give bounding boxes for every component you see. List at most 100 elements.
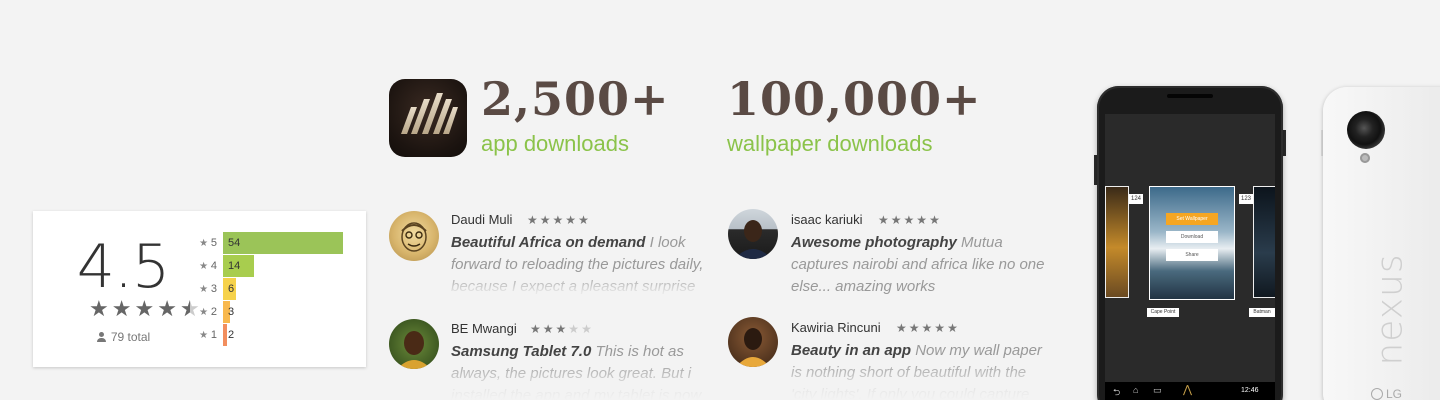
star-icon: ★ (921, 321, 935, 335)
star-icon: ★ (199, 329, 211, 341)
histogram-star-label: ★ 2 (199, 305, 217, 318)
star-icon: ★ (565, 213, 579, 227)
star-icon: ★ (199, 260, 211, 272)
set-wallpaper-button[interactable]: Set Wallpaper (1166, 213, 1218, 225)
star-icon: ★ (555, 322, 569, 336)
star-icon: ★ (896, 321, 909, 335)
star-icon: ★ (929, 213, 942, 227)
review-stars: ★★★★★ (527, 212, 591, 228)
app-downloads-count: 2,500+ (481, 72, 670, 126)
star-icon: ★ (878, 213, 891, 227)
person-icon (96, 332, 106, 342)
app-logo-icon (389, 79, 467, 157)
star-icon: ★ (199, 237, 211, 249)
histogram-bar: 54 (223, 231, 343, 254)
star-icon: ★ (134, 296, 155, 321)
star-icon: ★ (947, 321, 960, 335)
reviewer-name: Kawiria Rincuni (791, 320, 881, 335)
app-logo-icon: ⋀ (1183, 384, 1193, 396)
histogram-bar: 2 (223, 323, 234, 346)
reviewer-name: BE Mwangi (451, 321, 517, 336)
rating-stars: ★ ★ ★ ★ ★ (89, 296, 200, 322)
histogram-star-label: ★ 4 (199, 259, 217, 272)
star-icon: ★ (89, 296, 109, 321)
reviewer-avatar (728, 317, 778, 367)
star-icon: ★ (530, 322, 543, 336)
share-button[interactable]: Share (1166, 249, 1218, 261)
nexus-logo: nexus (1369, 253, 1411, 366)
reviewer-avatar (389, 319, 439, 369)
wallpaper-count-right: 123 (1239, 194, 1253, 204)
star-icon: ★ (199, 283, 211, 295)
star-icon: ★ (552, 213, 566, 227)
phone-front: 124 Set Wallpaper Download Share 123 Cap… (1097, 86, 1283, 400)
review-title: Samsung Tablet 7.0 (451, 343, 592, 360)
histogram-count: 3 (228, 305, 235, 318)
histogram-count: 6 (228, 282, 235, 295)
star-icon: ★ (934, 321, 948, 335)
histogram-star-label: ★ 3 (199, 282, 217, 295)
star-icon: ★ (578, 213, 591, 227)
star-icon: ★ (908, 321, 922, 335)
histogram-bar: 3 (223, 300, 234, 323)
review-title: Beautiful Africa on demand (451, 234, 646, 251)
review-title: Beauty in an app (791, 342, 912, 359)
phone-back: nexus LG (1323, 87, 1440, 400)
lg-logo: LG (1371, 387, 1402, 400)
star-icon: ★ (916, 213, 930, 227)
download-button[interactable]: Download (1166, 231, 1218, 243)
phone-speaker (1167, 94, 1213, 98)
histogram-row: ★ 5 54 (196, 231, 343, 254)
wallpaper-downloads-label: wallpaper downloads (727, 131, 933, 156)
review-stars: ★★★★★ (896, 320, 960, 336)
rating-total: 79 total (33, 330, 213, 344)
histogram-row: ★ 1 2 (196, 323, 343, 346)
star-icon: ★ (527, 213, 540, 227)
back-icon[interactable]: ⮌ (1113, 385, 1120, 400)
wallpaper-caption-left: Cape Point (1147, 308, 1179, 317)
lg-logo-text: LG (1386, 387, 1403, 400)
reviewer-name: isaac kariuki (791, 212, 863, 227)
review-stars: ★★★★★ (530, 321, 594, 337)
reviewer-avatar (389, 211, 439, 261)
rating-total-label: 79 total (110, 330, 151, 344)
star-icon: ★ (903, 213, 917, 227)
star-icon: ★ (542, 322, 556, 336)
home-icon[interactable]: ⌂ (1133, 385, 1138, 395)
histogram-count: 54 (228, 236, 241, 249)
wallpaper-count-left: 124 (1129, 194, 1143, 204)
star-icon: ★ (157, 296, 177, 321)
histogram-row: ★ 2 3 (196, 300, 343, 323)
star-icon: ★ (890, 213, 904, 227)
status-time: 12:46 (1241, 387, 1259, 394)
wallpaper-thumb-left (1105, 186, 1129, 298)
empty-star-icon: ★ (581, 322, 594, 336)
star-icon: ★ (111, 296, 132, 321)
review-text: Beautiful Africa on demand I look forwar… (451, 232, 713, 298)
review-text: Beauty in an app Now my wall paper is no… (791, 340, 1053, 400)
android-nav-bar: ⮌ ⌂ ▭ ⋀ 12:46 (1105, 382, 1275, 400)
histogram-count: 14 (228, 259, 241, 272)
review-stars: ★★★★★ (878, 212, 942, 228)
app-downloads-label: app downloads (481, 131, 630, 156)
wallpaper-downloads-count: 100,000+ (727, 72, 982, 126)
reviewer-name: Daudi Muli (451, 212, 513, 227)
histogram-bar: 14 (223, 254, 254, 277)
histogram-bar: 6 (223, 277, 236, 300)
phone-screen: 124 Set Wallpaper Download Share 123 Cap… (1105, 114, 1275, 400)
wallpaper-thumb-center: Set Wallpaper Download Share (1149, 186, 1235, 300)
rating-card: 4.5 ★ ★ ★ ★ ★ 79 total ★ 5 54 ★ 4 14 ★ 3 6 ★ 2… (33, 211, 366, 367)
star-icon: ★ (199, 306, 211, 318)
histogram-star-label: ★ 1 (199, 328, 217, 341)
star-icon: ★ (539, 213, 553, 227)
wallpaper-caption-right: Batman (1249, 308, 1275, 317)
review-title: Awesome photography (791, 234, 957, 251)
rating-histogram: ★ 5 54 ★ 4 14 ★ 3 6 ★ 2 3 ★ 1 2 (196, 231, 343, 346)
review-text: Samsung Tablet 7.0 This is hot as always… (451, 341, 713, 400)
recent-apps-icon[interactable]: ▭ (1153, 385, 1162, 396)
reviewer-avatar (728, 209, 778, 259)
empty-star-icon: ★ (568, 322, 582, 336)
histogram-count: 2 (228, 328, 235, 341)
histogram-star-label: ★ 5 (199, 236, 217, 249)
camera-icon (1347, 111, 1385, 149)
